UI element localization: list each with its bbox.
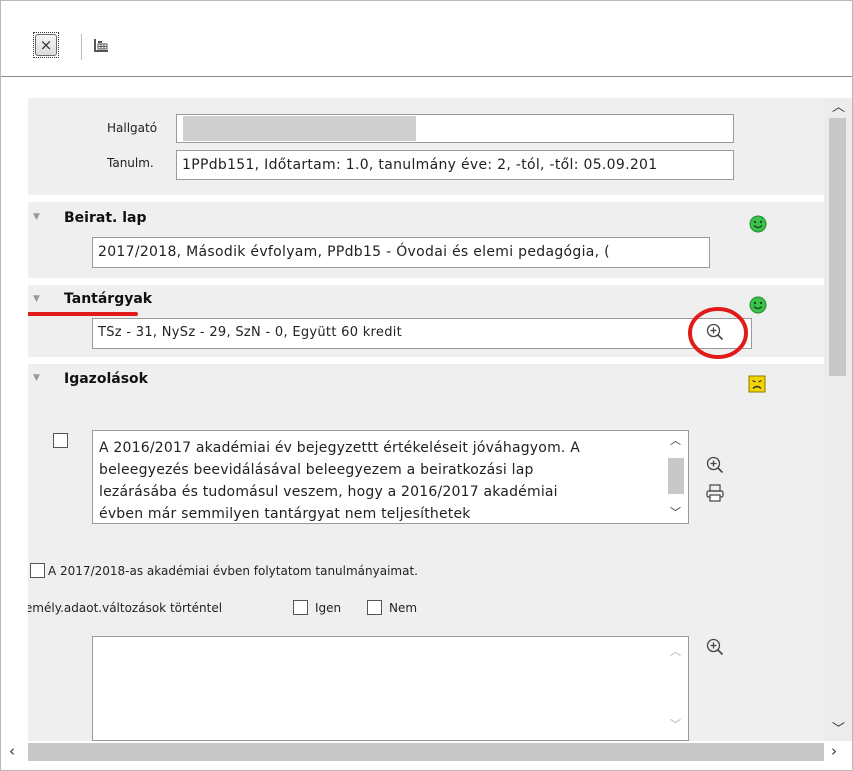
tanulm-field: 1PPdb151, Időtartam: 1.0, tanulmány éve:… bbox=[176, 150, 734, 180]
vertical-scroll-thumb[interactable] bbox=[829, 118, 846, 376]
table-grid-icon[interactable] bbox=[93, 38, 109, 54]
continue-label: A 2017/2018-as akadémiai évben folytatom… bbox=[48, 564, 418, 578]
annotation-underline bbox=[28, 312, 138, 316]
igen-checkbox[interactable] bbox=[293, 600, 308, 615]
scroll-right-icon[interactable]: › bbox=[831, 742, 837, 760]
scroll-up-icon[interactable]: ︿ bbox=[832, 96, 845, 115]
igazolasok-title: Igazolások bbox=[64, 371, 148, 387]
toolbar: × bbox=[1, 1, 852, 77]
declaration-line: beleegyezés beevidálásával beleegyezem a… bbox=[99, 462, 534, 478]
print-icon[interactable] bbox=[705, 483, 725, 503]
nem-label: Nem bbox=[389, 601, 418, 615]
declaration-line: A 2016/2017 akadémiai év bejegyzettt ért… bbox=[99, 440, 580, 456]
changes-label: Személy.adaot.változások történtel bbox=[28, 601, 223, 615]
collapse-triangle-icon[interactable]: ▼ bbox=[33, 373, 40, 383]
redacted-name bbox=[183, 116, 416, 141]
scroll-up-icon[interactable]: ︿ bbox=[670, 643, 681, 659]
scroll-down-icon[interactable]: ﹀ bbox=[670, 504, 681, 520]
igen-label: Igen bbox=[315, 601, 342, 615]
close-button[interactable]: × bbox=[33, 32, 59, 58]
smiley-sad-icon bbox=[748, 375, 766, 393]
zoom-in-icon[interactable] bbox=[706, 456, 724, 474]
zoom-in-icon[interactable] bbox=[706, 638, 724, 656]
declaration-scroll-thumb[interactable] bbox=[668, 458, 684, 494]
toolbar-separator bbox=[81, 34, 82, 60]
beirat-field: 2017/2018, Második évfolyam, PPdb15 - Óv… bbox=[92, 237, 710, 268]
student-header-section: Hallgató Tanulm. 1PPdb151, Időtartam: 1.… bbox=[28, 98, 824, 195]
declaration-textarea[interactable]: A 2016/2017 akadémiai év bejegyzettt ért… bbox=[92, 430, 689, 524]
smiley-happy-icon bbox=[749, 296, 767, 314]
tantargyak-field: TSz - 31, NySz - 29, SzN - 0, Együtt 60 … bbox=[92, 318, 752, 349]
smiley-happy-icon bbox=[749, 215, 767, 233]
declaration-line: lezárásába és tudomásul veszem, hogy a 2… bbox=[99, 484, 558, 500]
dialog-window: × Hallgató Tanulm. 1PPdb151, Időtartam: … bbox=[0, 0, 853, 771]
beirat-section: ▼ Beirat. lap 2017/2018, Második évfolya… bbox=[28, 202, 824, 278]
close-icon: × bbox=[35, 34, 57, 56]
tanulm-label: Tanulm. bbox=[107, 156, 154, 170]
changes-textarea[interactable]: ︿ ﹀ bbox=[92, 636, 689, 741]
collapse-triangle-icon[interactable]: ▼ bbox=[33, 212, 40, 222]
scroll-down-icon[interactable]: ﹀ bbox=[670, 716, 681, 732]
igazolasok-section: ▼ Igazolások A 2016/2017 akadémiai év be… bbox=[28, 364, 824, 741]
scroll-left-icon[interactable]: ‹ bbox=[9, 742, 15, 760]
collapse-triangle-icon[interactable]: ▼ bbox=[33, 294, 40, 304]
declaration-line: évben már semmilyen tantárgyat nem telje… bbox=[99, 506, 471, 522]
horizontal-scrollbar[interactable]: ‹ › bbox=[1, 741, 852, 770]
continue-checkbox[interactable] bbox=[30, 563, 45, 578]
hallgato-label: Hallgató bbox=[107, 121, 158, 135]
scroll-up-icon[interactable]: ︿ bbox=[670, 432, 681, 448]
declaration-scrollbar[interactable]: ︿ ﹀ bbox=[665, 432, 687, 522]
changes-scrollbar[interactable]: ︿ ﹀ bbox=[665, 638, 687, 739]
nem-checkbox[interactable] bbox=[367, 600, 382, 615]
accept-checkbox[interactable] bbox=[53, 433, 68, 448]
hallgato-field bbox=[176, 114, 734, 143]
beirat-title: Beirat. lap bbox=[64, 210, 147, 226]
declaration-text: A 2016/2017 akadémiai év bejegyzettt ért… bbox=[99, 437, 659, 523]
vertical-scrollbar[interactable]: ︿ ﹀ bbox=[824, 98, 852, 741]
tantargyak-section: ▼ Tantárgyak TSz - 31, NySz - 29, SzN - … bbox=[28, 285, 824, 359]
form-content: Hallgató Tanulm. 1PPdb151, Időtartam: 1.… bbox=[28, 98, 824, 741]
scroll-down-icon[interactable]: ﹀ bbox=[832, 718, 845, 737]
tantargyak-title: Tantárgyak bbox=[64, 291, 153, 307]
annotation-circle bbox=[688, 307, 748, 359]
horizontal-scroll-thumb[interactable] bbox=[28, 743, 824, 761]
